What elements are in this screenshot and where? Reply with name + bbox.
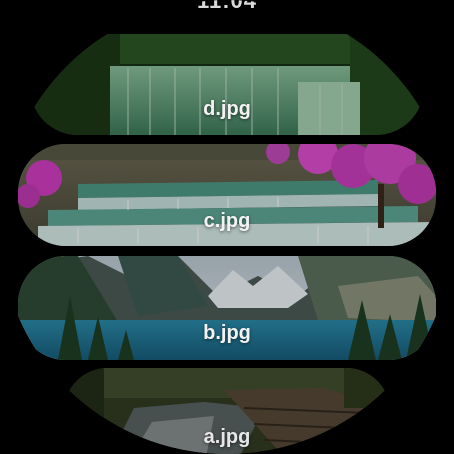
filename-label: a.jpg xyxy=(203,426,251,448)
gallery-item-c[interactable]: c.jpg xyxy=(18,144,436,246)
filename-label: d.jpg xyxy=(203,98,251,120)
filename-label: b.jpg xyxy=(203,322,251,344)
filename-label: c.jpg xyxy=(203,210,251,232)
gallery-item-a[interactable]: a.jpg xyxy=(64,368,390,454)
watch-screen: 11:04 d.jpg c.jpg b.jpg a.jpg xyxy=(0,0,454,454)
status-time: 11:04 xyxy=(196,0,258,13)
gallery-item-d[interactable]: d.jpg xyxy=(30,34,424,135)
gallery-item-b[interactable]: b.jpg xyxy=(18,256,436,360)
